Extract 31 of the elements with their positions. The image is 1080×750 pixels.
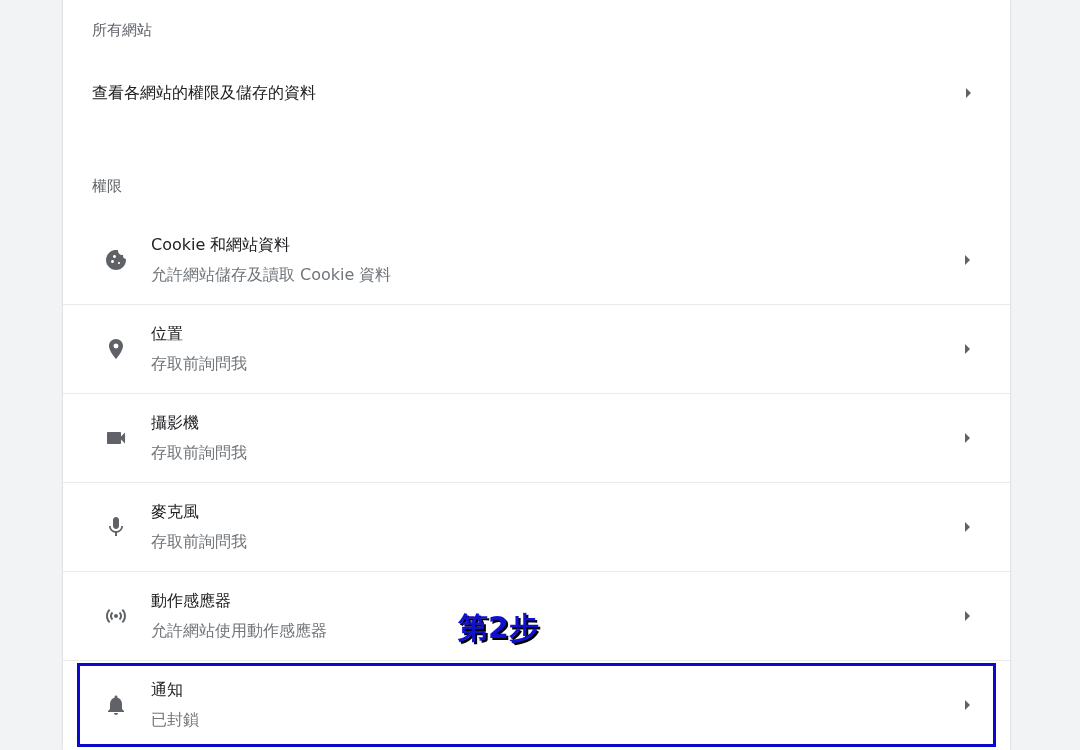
row-subtitle: 存取前詢問我 [151,442,247,464]
row-title: 攝影機 [151,412,199,434]
row-subtitle: 存取前詢問我 [151,531,247,553]
row-subtitle: 存取前詢問我 [151,353,247,375]
arrow-right-icon [965,433,970,443]
arrow-right-icon [965,254,970,265]
row-subtitle: 已封鎖 [151,709,199,731]
permission-row[interactable]: 攝影機 存取前詢問我 [77,396,996,480]
step-annotation: 第2步 [458,608,539,647]
section-heading: 權限 [92,175,122,197]
settings-row[interactable]: 查看各網站的權限及儲存的資料 [63,60,1010,125]
row-title: 麥克風 [151,501,199,523]
row-title: 查看各網站的權限及儲存的資料 [92,81,316,104]
permission-row[interactable]: 通知 已封鎖 [77,663,996,747]
permission-row[interactable]: Cookie 和網站資料 允許網站儲存及讀取 Cookie 資料 [77,217,996,302]
row-title: Cookie 和網站資料 [151,233,291,256]
permission-row[interactable]: 麥克風 存取前詢問我 [77,485,996,569]
arrow-right-icon [965,700,970,710]
arrow-right-icon [965,344,970,354]
arrow-right-icon [965,522,970,532]
section-heading: 所有網站 [92,19,152,41]
row-title: 位置 [151,323,183,345]
permission-row[interactable]: 動作感應器 允許網站使用動作感應器 第2步 [77,574,996,658]
row-subtitle: 允許網站儲存及讀取 Cookie 資料 [151,263,392,286]
permission-row[interactable]: 位置 存取前詢問我 [77,307,996,391]
row-title: 通知 [151,679,183,701]
row-subtitle: 允許網站使用動作感應器 [151,620,327,642]
cookie-icon [103,247,128,272]
row-title: 動作感應器 [151,590,231,612]
arrow-right-icon [966,87,971,98]
arrow-right-icon [965,611,970,621]
